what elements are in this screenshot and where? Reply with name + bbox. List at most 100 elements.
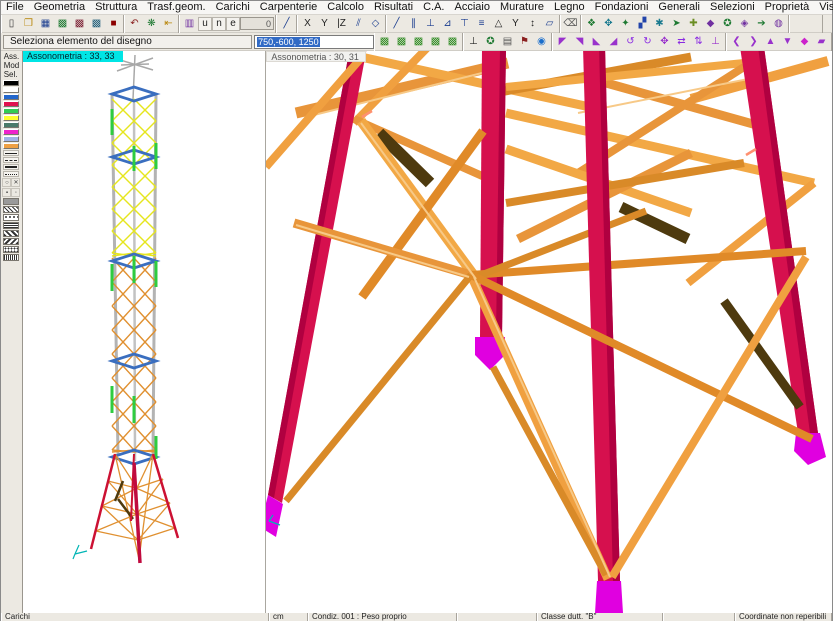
toolbar-icon[interactable]: ⚑ <box>516 34 533 50</box>
menu-item[interactable]: Murature <box>495 1 549 14</box>
menu-item[interactable]: Struttura <box>90 1 142 14</box>
layers-icon[interactable]: ▥ <box>181 16 198 32</box>
toolbar-icon[interactable]: ▰ <box>813 34 830 50</box>
node-dot-icon[interactable]: ◦ <box>11 188 20 197</box>
toolbar-icon[interactable]: ◥ <box>571 34 588 50</box>
toolbar-icon[interactable]: ◍ <box>770 16 787 32</box>
filter-n-button[interactable]: n <box>212 17 226 31</box>
toolbar-icon[interactable]: ⊥ <box>465 34 482 50</box>
toolbar-icon[interactable]: ▲ <box>762 34 779 50</box>
line-style-button[interactable] <box>3 150 19 156</box>
toolbar-icon[interactable]: ▯ <box>3 16 20 32</box>
toolbar-icon[interactable]: Y <box>507 16 524 32</box>
menu-item[interactable]: Risultati <box>369 1 418 14</box>
hatch-button[interactable] <box>3 238 19 245</box>
toolbar-icon[interactable]: ↻ <box>639 34 656 50</box>
toolbar-icon[interactable]: ◤ <box>554 34 571 50</box>
line-style-button[interactable] <box>3 157 19 163</box>
toolbar-icon[interactable]: ▤ <box>499 34 516 50</box>
toolbar-icon[interactable]: ⊿ <box>439 16 456 32</box>
view-right-title[interactable]: Assonometria : 30, 31 <box>266 51 366 62</box>
line-style-button[interactable] <box>3 171 19 177</box>
toolbar-icon[interactable]: ❮ <box>728 34 745 50</box>
toolbar-icon[interactable]: ⊥ <box>707 34 724 50</box>
toolbar-icon[interactable]: ➔ <box>753 16 770 32</box>
menu-item[interactable]: Fondazioni <box>590 1 654 14</box>
toolbar-icon[interactable]: ⇄ <box>673 34 690 50</box>
color-swatch[interactable] <box>3 122 19 128</box>
toolbar-icon[interactable]: ✱ <box>651 16 668 32</box>
toolbar-icon[interactable]: ◇ <box>367 16 384 32</box>
toolbar-icon[interactable]: ◈ <box>736 16 753 32</box>
hatch-button[interactable] <box>3 222 19 229</box>
toolbar-icon[interactable]: ◆ <box>796 34 813 50</box>
toolbar-icon[interactable]: ╱ <box>388 16 405 32</box>
toolbar-icon[interactable]: ⇤ <box>160 16 177 32</box>
toolbar-icon[interactable]: ✪ <box>482 34 499 50</box>
view-left-title[interactable]: Assonometria : 33, 33 <box>23 51 123 62</box>
toolbar-icon[interactable]: ⊤ <box>456 16 473 32</box>
toolbar-icon[interactable]: ↕ <box>524 16 541 32</box>
view-left-panel[interactable]: Assonometria : 33, 33 <box>23 51 266 613</box>
hatch-button[interactable] <box>3 230 19 237</box>
menu-item[interactable]: Geometria <box>29 1 90 14</box>
menu-item[interactable]: Visualizza <box>814 1 833 14</box>
color-swatch[interactable] <box>3 108 19 114</box>
eraser-icon[interactable]: ⌫ <box>562 16 579 32</box>
palette-tab[interactable]: Ass. <box>4 52 20 61</box>
toolbar-icon[interactable]: |Z <box>333 16 350 32</box>
toolbar-icon[interactable]: ▼ <box>779 34 796 50</box>
menu-item[interactable]: Carichi <box>211 1 255 14</box>
filter-u-button[interactable]: u <box>198 17 212 31</box>
toolbar-icon[interactable]: ⊥ <box>422 16 439 32</box>
menu-item[interactable]: Acciaio <box>450 1 495 14</box>
hatch-button[interactable] <box>3 246 19 253</box>
color-swatch[interactable] <box>3 129 19 135</box>
menu-item[interactable]: Trasf.geom. <box>142 1 210 14</box>
palette-tab[interactable]: Sel. <box>4 70 20 79</box>
toolbar-icon[interactable]: ◣ <box>588 34 605 50</box>
menu-item[interactable]: Legno <box>549 1 590 14</box>
hatch-button[interactable] <box>3 198 19 205</box>
coordinate-input[interactable]: 750,-600, 1250 <box>254 35 374 49</box>
toolbar-icon[interactable]: Y <box>316 16 333 32</box>
color-swatch[interactable] <box>3 136 19 142</box>
toolbar-icon[interactable]: ◉ <box>533 34 550 50</box>
toolbar-icon[interactable]: ▦ <box>37 16 54 32</box>
node-cross-icon[interactable]: ✕ <box>11 178 20 187</box>
hatch-button[interactable] <box>3 214 19 221</box>
toolbar-icon[interactable]: ✪ <box>719 16 736 32</box>
tower-base-drawing[interactable] <box>266 51 832 613</box>
tolerance-field[interactable]: 0 <box>240 17 274 30</box>
toolbar-icon[interactable]: ✥ <box>600 16 617 32</box>
tower-full-drawing[interactable] <box>23 51 266 613</box>
toolbar-icon[interactable]: ▞ <box>634 16 651 32</box>
toolbar-icon[interactable]: ↺ <box>622 34 639 50</box>
toolbar-icon[interactable]: ▩ <box>376 34 393 50</box>
toolbar-icon[interactable]: ■ <box>105 16 122 32</box>
node-square-icon[interactable]: ▪ <box>2 188 11 197</box>
toolbar-icon[interactable]: ╱ <box>278 16 295 32</box>
hatch-button[interactable] <box>3 206 19 213</box>
node-circle-icon[interactable]: ○ <box>2 178 11 187</box>
toolbar-icon[interactable]: ◢ <box>605 34 622 50</box>
filter-e-button[interactable]: e <box>226 17 240 31</box>
color-swatch[interactable] <box>3 94 19 100</box>
toolbar-icon[interactable]: ▱ <box>541 16 558 32</box>
toolbar-icon[interactable]: ❋ <box>143 16 160 32</box>
toolbar-icon[interactable]: ▩ <box>71 16 88 32</box>
toolbar-icon[interactable]: ↶ <box>126 16 143 32</box>
color-swatch[interactable] <box>3 115 19 121</box>
menu-item[interactable]: File <box>1 1 29 14</box>
toolbar-icon[interactable]: ⇅ <box>690 34 707 50</box>
menu-item[interactable]: Generali <box>653 1 705 14</box>
color-swatch[interactable] <box>3 80 19 86</box>
toolbar-icon[interactable]: ⫽ <box>350 16 367 32</box>
toolbar-icon[interactable]: ✥ <box>656 34 673 50</box>
color-swatch[interactable] <box>3 87 19 93</box>
line-style-button[interactable] <box>3 164 19 170</box>
palette-tab[interactable]: Mod <box>4 61 20 70</box>
toolbar-icon[interactable]: ▩ <box>393 34 410 50</box>
menu-item[interactable]: C.A. <box>418 1 449 14</box>
toolbar-icon[interactable]: ▩ <box>427 34 444 50</box>
